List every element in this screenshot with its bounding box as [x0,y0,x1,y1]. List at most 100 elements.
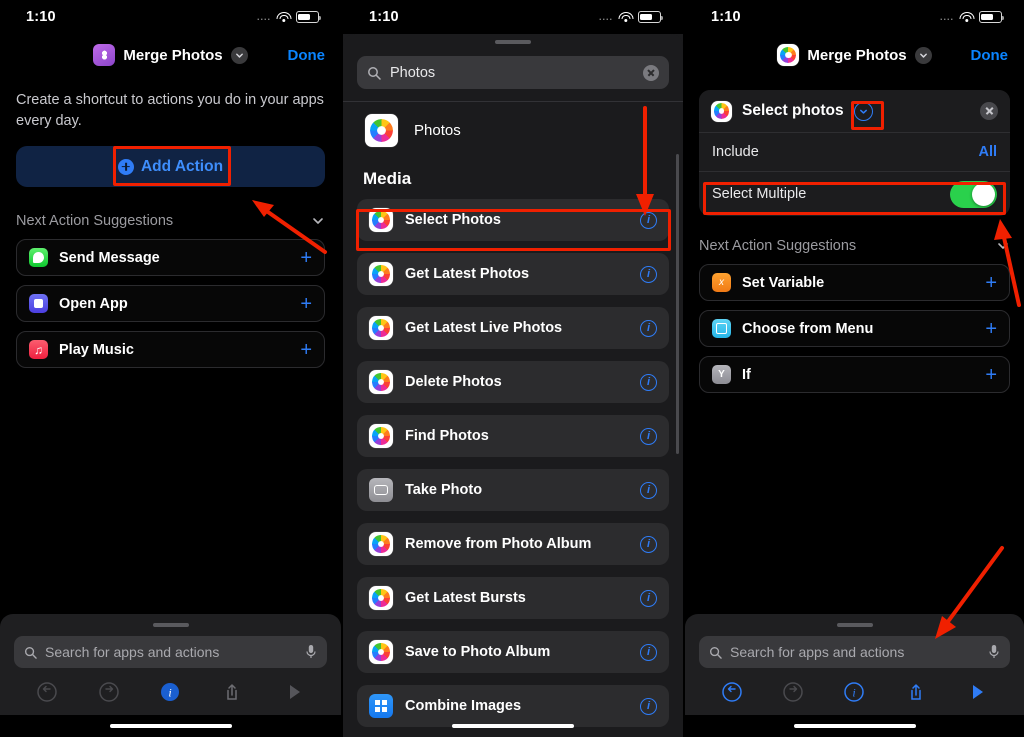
list-item[interactable]: Find Photos i [357,415,669,457]
panel-shortcut-editor: 1:10 .... Merge Photos Done Create a sho… [0,0,341,737]
info-icon[interactable]: i [640,589,657,607]
status-indicators: .... [940,11,1005,23]
search-input[interactable]: Photos [357,56,669,89]
chevron-down-icon[interactable] [230,46,248,64]
search-placeholder: Search for apps and actions [45,644,220,660]
add-action-wrap: Add Action [16,146,325,187]
suggestions-title: Next Action Suggestions [699,238,857,254]
search-input[interactable]: Search for apps and actions [14,636,327,668]
list-item[interactable]: Get Latest Live Photos i [357,307,669,349]
info-icon[interactable]: i [843,681,865,703]
add-action-button[interactable]: Add Action [16,146,325,187]
chevron-down-circle-icon[interactable] [853,101,873,121]
list-item[interactable]: Get Latest Photos i [357,253,669,295]
close-icon[interactable] [980,102,998,120]
status-time: 1:10 [26,9,56,25]
done-button[interactable]: Done [971,47,1009,64]
list-item[interactable]: Get Latest Bursts i [357,577,669,619]
info-icon[interactable]: i [640,373,657,391]
list-item[interactable]: If + [699,356,1010,393]
battery-icon [638,11,664,23]
chevron-down-icon[interactable] [311,214,325,228]
drag-handle[interactable] [152,623,189,627]
search-icon [368,66,381,80]
add-icon[interactable]: + [985,319,997,339]
play-icon[interactable] [283,681,305,703]
if-icon [712,365,731,384]
mic-icon[interactable] [305,644,317,660]
info-icon[interactable]: i [640,535,657,553]
search-icon [24,646,37,659]
list-item[interactable]: Delete Photos i [357,361,669,403]
next-action-suggestions-header[interactable]: Next Action Suggestions [16,213,325,229]
select-multiple-toggle[interactable] [950,180,997,208]
info-icon[interactable]: i [640,697,657,715]
scrollbar[interactable] [676,154,679,454]
info-icon[interactable]: i [159,681,181,703]
redo-icon[interactable] [98,681,120,703]
drag-handle[interactable] [495,40,531,44]
mic-icon[interactable] [988,644,1000,660]
app-result-row[interactable]: Photos [343,102,683,161]
add-icon[interactable]: + [985,273,997,293]
action-param-include[interactable]: Include All [699,133,1010,171]
section-title: Media [363,169,412,188]
camera-icon [369,478,393,502]
nav-title-group[interactable]: Merge Photos [777,44,932,66]
search-input[interactable]: Search for apps and actions [699,636,1010,668]
list-item[interactable]: Open App + [16,285,325,322]
info-icon[interactable]: i [640,427,657,445]
add-icon[interactable]: + [985,365,997,385]
photos-icon [369,586,393,610]
info-icon[interactable]: i [640,481,657,499]
add-icon[interactable]: + [300,248,312,268]
photos-icon [369,316,393,340]
search-icon [709,646,722,659]
battery-icon [296,11,322,23]
add-icon[interactable]: + [300,340,312,360]
list-item-label: Set Variable [742,274,825,291]
info-icon[interactable]: i [640,265,657,283]
chevron-down-icon[interactable] [914,46,932,64]
share-icon[interactable] [221,681,243,703]
nav-title-group[interactable]: Merge Photos [93,44,248,66]
list-item[interactable]: Select Photos i [357,199,669,241]
chevron-down-icon[interactable] [996,239,1010,253]
photos-icon [777,44,800,66]
list-item[interactable]: Send Message + [16,239,325,276]
play-icon[interactable] [966,681,988,703]
list-item[interactable]: Play Music + [16,331,325,368]
undo-icon[interactable] [36,681,58,703]
share-icon[interactable] [905,681,927,703]
action-card-header[interactable]: Select photos [699,90,1010,132]
list-item[interactable]: Set Variable + [699,264,1010,301]
param-value[interactable]: All [978,144,997,160]
home-indicator [685,715,1024,737]
list-item-label: Send Message [59,249,160,266]
messages-icon [29,248,48,267]
status-indicators: .... [599,11,664,23]
photos-icon [369,424,393,448]
app-result-label: Photos [414,122,461,139]
undo-icon[interactable] [721,681,743,703]
list-item[interactable]: Take Photo i [357,469,669,511]
panel-action-search: 1:10 .... Photos Photos Media Select Pho… [343,0,683,737]
info-icon[interactable]: i [640,211,657,229]
action-param-select-multiple[interactable]: Select Multiple [699,172,1010,216]
list-item-label: Get Latest Live Photos [405,320,563,336]
info-icon[interactable]: i [640,319,657,337]
add-icon[interactable]: + [300,294,312,314]
page-title: Merge Photos [123,46,223,64]
list-item[interactable]: Choose from Menu + [699,310,1010,347]
done-button[interactable]: Done [288,47,326,64]
drag-handle[interactable] [836,623,873,627]
redo-icon[interactable] [782,681,804,703]
list-item[interactable]: Save to Photo Album i [357,631,669,673]
add-action-label: Add Action [140,157,224,175]
list-item[interactable]: Remove from Photo Album i [357,523,669,565]
info-icon[interactable]: i [640,643,657,661]
next-action-suggestions-header[interactable]: Next Action Suggestions [699,238,1010,254]
plus-circle-icon [117,158,134,175]
shortcuts-icon [93,44,116,66]
clear-icon[interactable] [643,64,659,81]
